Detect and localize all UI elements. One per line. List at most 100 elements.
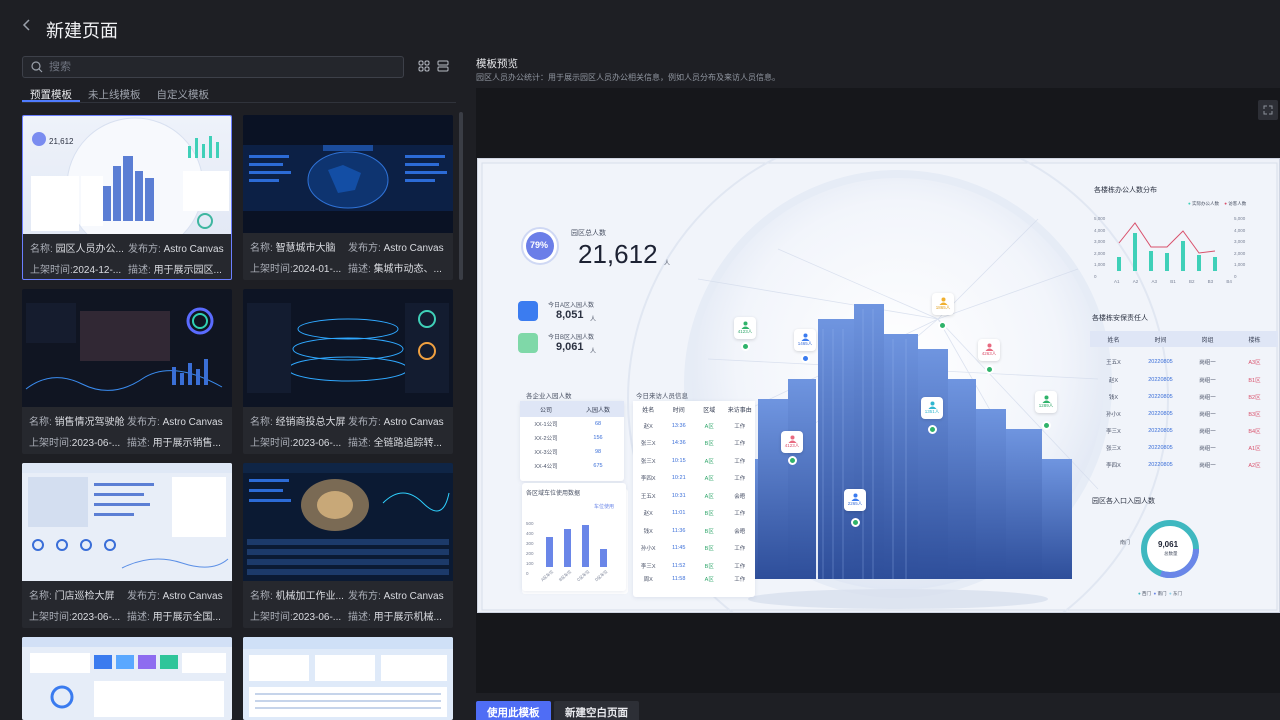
template-card[interactable]: 名称: 经销商投总大屏 发布方: Astro Canvas 上架时间:2023-0… xyxy=(243,289,453,454)
map-pin-dot xyxy=(1042,421,1051,430)
visitors-cell: 13:36 xyxy=(671,422,686,429)
visitors-cell: 钱X xyxy=(643,528,653,535)
map-pin-dot xyxy=(801,354,810,363)
kpi-a-unit: 人 xyxy=(590,317,597,323)
tab-custom[interactable]: 自定义模板 xyxy=(149,84,218,102)
map-pin-label: 1465人 xyxy=(797,341,813,346)
parking-y-tick: 300 xyxy=(526,541,534,546)
parking-y-tick: 100 xyxy=(526,561,534,566)
template-card[interactable]: 名称: 机械加工作业... 发布方: Astro Canvas 上架时间:2023… xyxy=(243,463,453,628)
gate-sub: 总数量 xyxy=(1164,551,1178,556)
template-card[interactable]: 名称: 门店巡检大屏 发布方: Astro Canvas 上架时间:2023-06… xyxy=(22,463,232,628)
company-cell: XX-1公司 xyxy=(534,422,558,428)
parking-bar xyxy=(546,537,553,567)
parking-y-tick: 200 xyxy=(526,551,534,556)
company-cell: 156 xyxy=(593,435,603,441)
template-card[interactable]: 名称: 智慧城市大脑 发布方: Astro Canvas 上架时间:2024-01… xyxy=(243,115,453,280)
building-x-tick: B2 xyxy=(1188,279,1195,284)
template-card[interactable]: 名称: 销售情况驾驶舱 发布方: Astro Canvas 上架时间:2023-0… xyxy=(22,289,232,454)
kpi-b-label: 今日B区入园人数 xyxy=(548,335,595,341)
kpi-a-label: 今日A区入园人数 xyxy=(548,303,595,309)
map-pin-label: 1289人 xyxy=(1038,403,1054,408)
visitors-cell: A区 xyxy=(704,576,714,583)
map-pin[interactable]: 1865人 xyxy=(932,293,954,315)
visitors-head: 来访事由 xyxy=(727,407,752,414)
publisher-label: 发布方: xyxy=(127,591,160,602)
scrollbar-thumb[interactable] xyxy=(459,112,463,280)
security-cell: 20220805 xyxy=(1148,427,1173,434)
building-y-tick: 4,000 xyxy=(1234,227,1246,233)
search-icon xyxy=(31,61,43,73)
building-y-tick: 4,000 xyxy=(1094,227,1106,233)
security-title: 各楼栋安保责任人 xyxy=(1092,315,1148,322)
parking-bar xyxy=(582,525,589,567)
visitors-cell: 工作 xyxy=(734,546,746,553)
visitors-cell: 赵X xyxy=(643,511,653,518)
building-y-axis-left: 5,000 4,000 3,000 2,000 1,000 0 xyxy=(1094,213,1105,283)
security-cell: 20220805 xyxy=(1148,376,1173,383)
security-cell: A2区 xyxy=(1248,462,1261,469)
security-table: 姓名 时间 岗组 楼栋 王五X 20220805 岗组一 A3区 赵X 20220805 岗组一… xyxy=(1090,331,1278,475)
map-pin-dot xyxy=(928,425,937,434)
map-pin[interactable]: 2265人 xyxy=(844,489,866,511)
visitors-head: 区域 xyxy=(703,407,716,414)
security-cell: 李四X xyxy=(1106,462,1121,469)
company-head-count: 入园人数 xyxy=(585,407,610,414)
security-cell: 20220805 xyxy=(1148,359,1173,365)
map-pin-label: 4263人 xyxy=(981,351,997,356)
fullscreen-button[interactable] xyxy=(1258,100,1278,120)
company-cell: 68 xyxy=(594,421,602,427)
template-thumbnail xyxy=(22,637,232,720)
map-pin[interactable]: 4123人 xyxy=(734,317,756,339)
kpi-total-label: 园区总人数 xyxy=(571,230,606,237)
company-table: 公司 入园人数 XX-1公司 68 XX-2公司 156 XX-3公司 98 XX-4公… xyxy=(520,401,624,481)
visitors-cell: 11:58 xyxy=(672,575,686,582)
map-pin[interactable]: 4123人 xyxy=(781,431,803,453)
grid-view-icon[interactable] xyxy=(417,59,431,73)
template-thumbnail xyxy=(22,463,232,581)
template-card[interactable] xyxy=(243,637,453,720)
template-thumbnail: 21,612 xyxy=(23,116,231,234)
building-y-tick: 2,000 xyxy=(1094,250,1106,256)
tab-offline[interactable]: 未上线模板 xyxy=(80,84,149,102)
security-head: 岗组 xyxy=(1201,337,1214,344)
map-pin[interactable]: 1289人 xyxy=(1035,391,1057,413)
search-box[interactable] xyxy=(22,56,404,78)
kpi-percent: 79% xyxy=(530,240,549,250)
date-label: 上架时间: xyxy=(250,264,293,275)
use-template-button[interactable]: 使用此模板 xyxy=(476,701,551,720)
template-desc: 全链路追踪转... xyxy=(373,438,442,449)
building-y-tick: 5,000 xyxy=(1094,216,1106,221)
preview-title: 模板预览 xyxy=(476,58,518,70)
visitors-cell: 张三X xyxy=(640,458,656,465)
template-card[interactable] xyxy=(22,637,232,720)
security-cell: 岗组一 xyxy=(1199,360,1216,366)
visitors-cell: 工作 xyxy=(734,441,746,448)
security-cell: 孙小X xyxy=(1106,411,1121,418)
map-pin[interactable]: 4263人 xyxy=(978,339,1000,361)
map-pin[interactable]: 1351人 xyxy=(921,397,943,419)
visitors-cell: 11:36 xyxy=(672,527,686,534)
search-input[interactable] xyxy=(49,61,389,73)
list-view-icon[interactable] xyxy=(436,59,450,73)
back-button[interactable] xyxy=(22,18,38,38)
visitors-cell: 工作 xyxy=(734,576,746,583)
visitors-cell: B区 xyxy=(704,563,714,570)
new-blank-page-button[interactable]: 新建空白页面 xyxy=(554,701,639,720)
map-pin[interactable]: 1465人 xyxy=(794,329,816,351)
security-cell: 李三X xyxy=(1106,428,1121,435)
building-bar xyxy=(1117,257,1121,271)
security-cell: A3区 xyxy=(1248,360,1261,366)
visitors-cell: B区 xyxy=(704,546,714,553)
visitors-cell: 李三X xyxy=(640,563,656,570)
visitors-cell: A区 xyxy=(704,493,714,500)
tab-preset[interactable]: 预置模板 xyxy=(22,84,80,102)
parking-title: 各区域车位使用数据 xyxy=(526,491,581,497)
security-head: 楼栋 xyxy=(1248,337,1261,344)
security-cell: B1区 xyxy=(1248,377,1261,384)
name-label: 名称: xyxy=(250,417,273,428)
security-cell: 岗组一 xyxy=(1199,428,1216,435)
security-cell: B3区 xyxy=(1248,411,1261,418)
company-cell: 98 xyxy=(594,449,602,455)
template-card[interactable]: 21,612 名称: 园区人员办公... 发布方: Astro Canvas 上架… xyxy=(22,115,232,280)
